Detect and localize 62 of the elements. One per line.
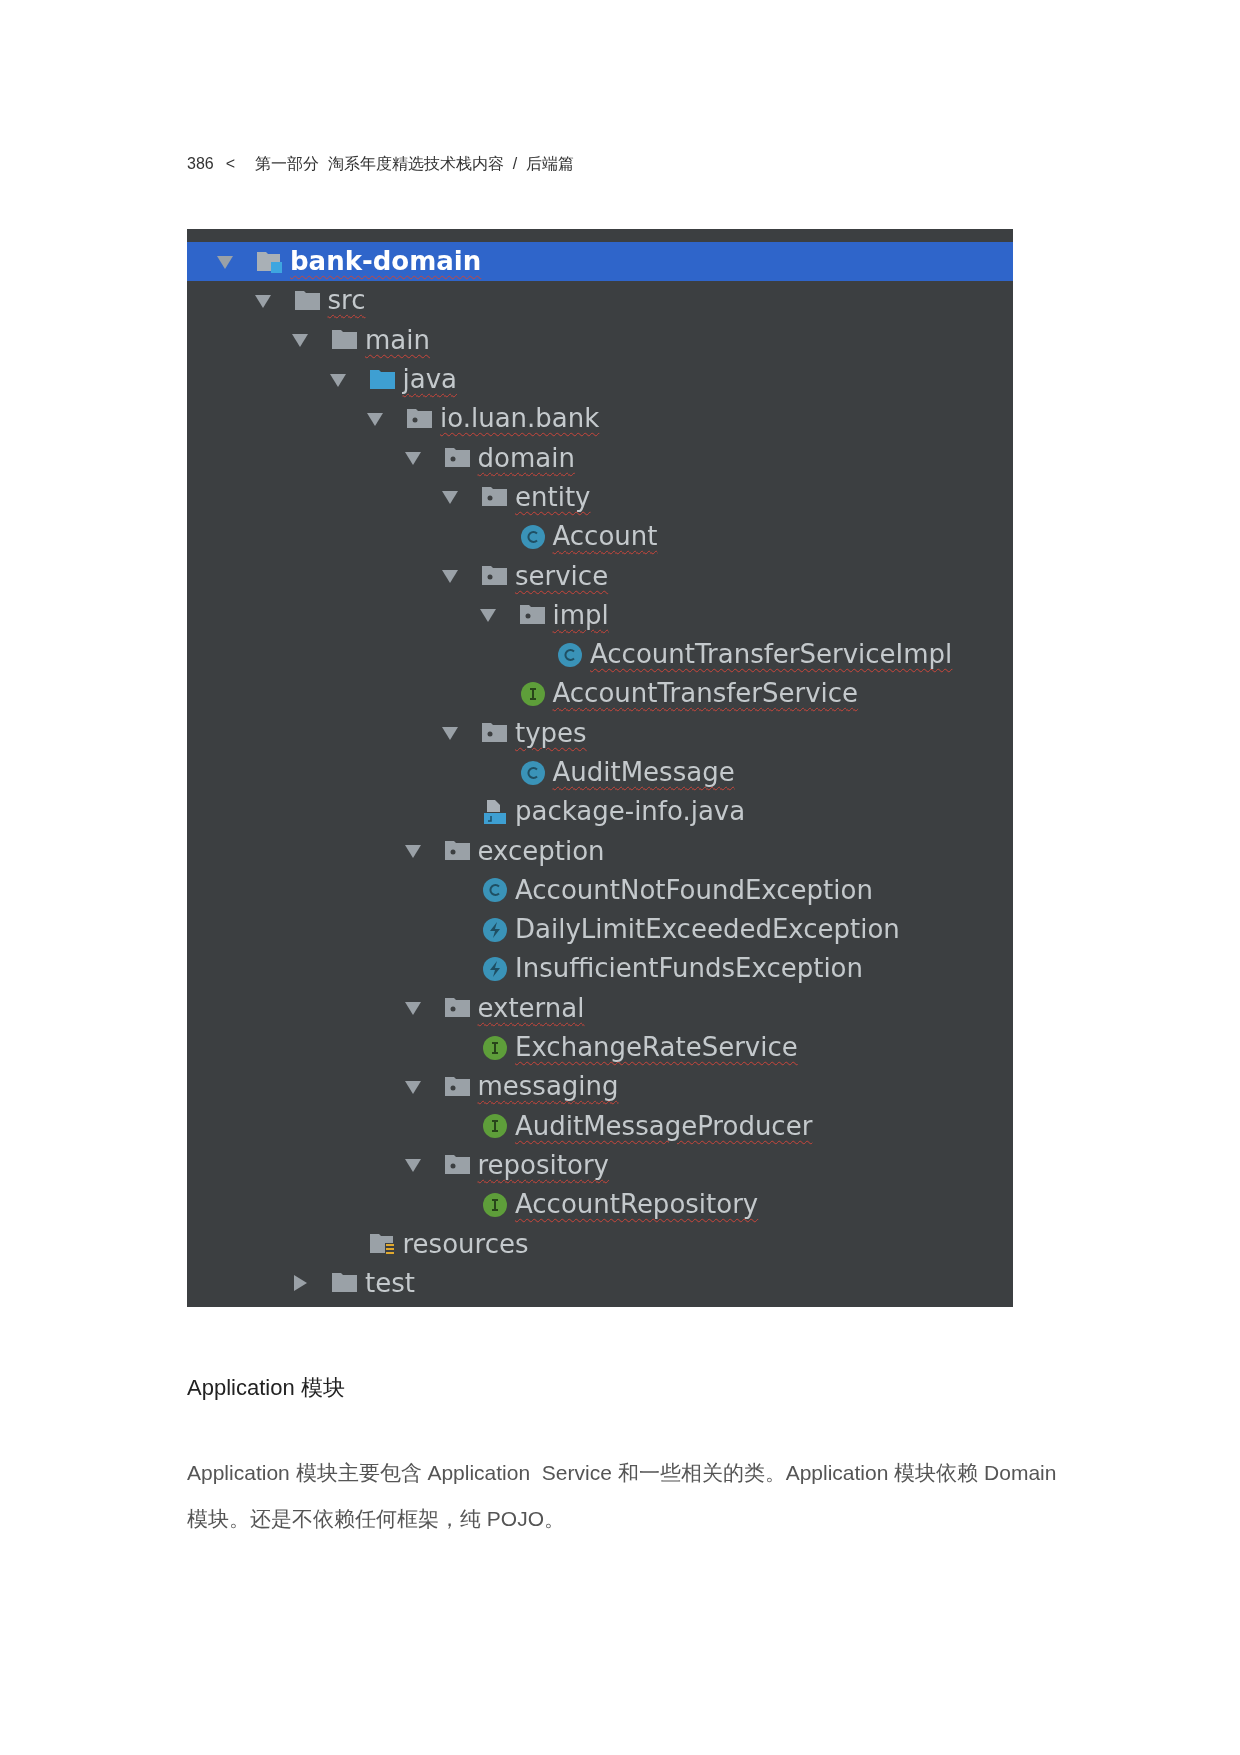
tree-item-label: Account: [552, 520, 658, 554]
tree-row[interactable]: repository: [187, 1145, 1013, 1186]
tree-row[interactable]: domain: [187, 438, 1013, 478]
tree-row[interactable]: impl: [187, 595, 1013, 635]
tree-item-label: InsufficientFundsException: [515, 952, 863, 986]
tree-row[interactable]: main: [187, 320, 1013, 360]
tree-item-label: io.luan.bank: [440, 402, 600, 436]
tree-item-label: ExchangeRateService: [515, 1031, 798, 1065]
page-number: 386: [187, 154, 214, 174]
tree-item-label: package-info.java: [515, 795, 746, 829]
breadcrumb: 第一部分 淘系年度精选技术栈内容 / 后端篇: [255, 154, 575, 174]
tree-item-label: resources: [402, 1227, 529, 1261]
tree-row[interactable]: AccountTransferServiceImpl: [187, 634, 1013, 675]
tree-item-label: entity: [515, 480, 591, 514]
tree-row[interactable]: DailyLimitExceededException: [187, 910, 1013, 950]
tree-row[interactable]: types: [187, 713, 1013, 753]
tree-item-label: domain: [477, 441, 575, 475]
tree-item-label: DailyLimitExceededException: [515, 913, 900, 947]
tree-item-label: src: [327, 284, 366, 318]
tree-row[interactable]: AuditMessage: [187, 752, 1013, 793]
tree-item-label: service: [515, 559, 609, 593]
tree-row[interactable]: java: [187, 359, 1013, 400]
tree-row[interactable]: messaging: [187, 1067, 1013, 1107]
tree-item-label: AccountRepository: [515, 1188, 759, 1222]
tree-item-label: main: [365, 323, 430, 357]
lightning-icon: [481, 954, 509, 984]
tree-row[interactable]: AccountRepository: [187, 1185, 1013, 1225]
tree-item-label: impl: [552, 598, 609, 632]
tree-row[interactable]: io.luan.bank: [187, 399, 1013, 439]
tree-item-label: bank-domain: [290, 245, 482, 279]
tree-row[interactable]: resources: [187, 1224, 1013, 1264]
tree-row[interactable]: exception: [187, 831, 1013, 871]
paragraph: Application 模块主要包含 Application Service 和一些相关的类。Application 模块依赖 Domain 模块。还是不依赖任何框架，纯 POJO。: [187, 1460, 1058, 1532]
tree-item-label: AccountTransferService: [552, 677, 859, 711]
tree-item-label: AuditMessage: [552, 756, 735, 789]
tree-item-label: AccountNotFoundException: [515, 873, 873, 907]
tree-row[interactable]: ExchangeRateService: [187, 1027, 1013, 1068]
tree-item-label: messaging: [477, 1070, 619, 1104]
tree-row[interactable]: AccountTransferService: [187, 674, 1013, 714]
tree-row[interactable]: external: [187, 988, 1013, 1028]
tree-row[interactable]: src: [187, 281, 1013, 321]
tree-item-label: AuditMessageProducer: [515, 1109, 813, 1143]
tree-row[interactable]: package-info.java: [187, 792, 1013, 832]
tree-row[interactable]: AuditMessageProducer: [187, 1106, 1013, 1146]
section-heading: Application 模块: [187, 1374, 346, 1402]
tree-item-label: types: [515, 716, 587, 750]
tree-row[interactable]: entity: [187, 477, 1013, 518]
tree-item-label: java: [402, 363, 457, 397]
tree-item-label: exception: [477, 834, 605, 868]
tree-item-label: test: [365, 1266, 415, 1300]
tree-row[interactable]: InsufficientFundsException: [187, 949, 1013, 989]
tree-row[interactable]: AccountNotFoundException: [187, 870, 1013, 911]
tree-row[interactable]: test: [187, 1263, 1013, 1303]
tree-item-label: AccountTransferServiceImpl: [590, 638, 953, 672]
expanded-arrow-icon[interactable]: [441, 567, 459, 585]
tree-row[interactable]: service: [187, 556, 1013, 596]
collapsed-arrow-icon[interactable]: [291, 1274, 309, 1293]
tree-item-label: repository: [477, 1148, 609, 1182]
tree-row[interactable]: Account: [187, 517, 1013, 557]
tree-item-label: external: [477, 991, 585, 1025]
breadcrumb-separator: <: [225, 154, 236, 174]
tree-row[interactable]: bank-domain: [187, 242, 1013, 282]
